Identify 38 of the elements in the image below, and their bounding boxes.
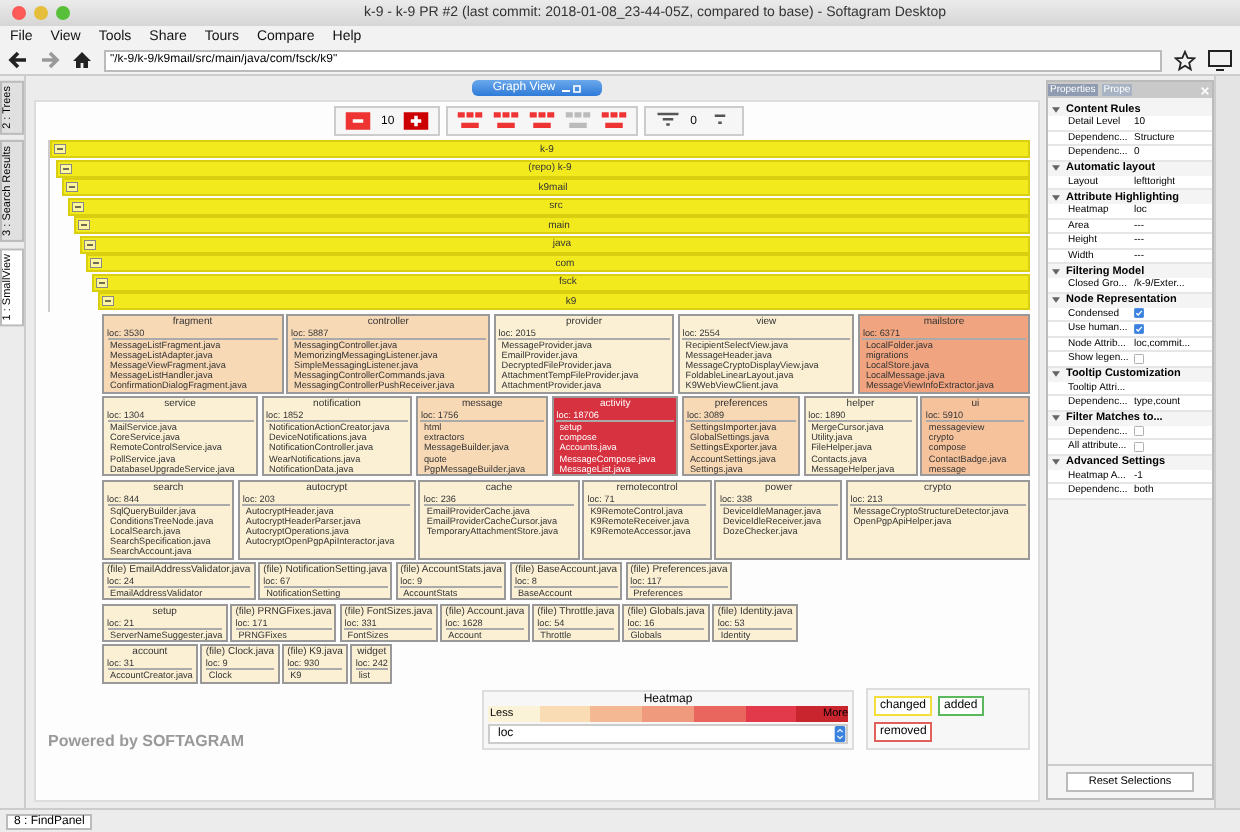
checkbox[interactable]: [1134, 353, 1144, 364]
triangle-icon[interactable]: [1052, 414, 1060, 422]
checkbox[interactable]: [1134, 323, 1144, 334]
toggle-icon[interactable]: [84, 239, 96, 249]
dropdown-arrow-icon[interactable]: [834, 725, 846, 742]
close-icon[interactable]: [12, 6, 26, 20]
toggle-icon[interactable]: [54, 144, 66, 154]
layout-icon[interactable]: [528, 110, 557, 132]
expand-icon[interactable]: [402, 110, 431, 132]
checkbox[interactable]: [1134, 426, 1144, 437]
toggle-icon[interactable]: [90, 258, 102, 268]
checkbox[interactable]: [1134, 441, 1144, 452]
triangle-icon[interactable]: [1052, 164, 1060, 172]
filter-icon[interactable]: [654, 110, 683, 132]
triangle-icon[interactable]: [1052, 458, 1060, 466]
star-icon[interactable]: [1174, 49, 1196, 71]
layout-icon[interactable]: [492, 110, 521, 132]
window-buttons-icon[interactable]: [561, 83, 582, 93]
layout-icon[interactable]: [456, 110, 485, 132]
toggle-icon[interactable]: [66, 182, 78, 192]
checkbox[interactable]: [1134, 308, 1144, 319]
toggle-icon[interactable]: [72, 201, 84, 211]
triangle-icon[interactable]: [1052, 296, 1060, 304]
toggle-icon[interactable]: [96, 277, 108, 287]
back-icon[interactable]: [8, 50, 28, 70]
triangle-icon[interactable]: [1052, 105, 1060, 113]
layout-icon[interactable]: [600, 110, 629, 132]
monitor-icon[interactable]: [1208, 49, 1232, 71]
powered-by-text: Powered by SOFTAGRAM: [48, 731, 245, 750]
triangle-icon[interactable]: [1052, 370, 1060, 378]
collapse-icon[interactable]: [344, 110, 373, 132]
toggle-icon[interactable]: [78, 220, 90, 230]
triangle-icon[interactable]: [1052, 193, 1060, 201]
toggle-icon[interactable]: [102, 296, 114, 306]
triangle-icon[interactable]: [1052, 267, 1060, 275]
home-icon[interactable]: [72, 50, 92, 70]
toggle-icon[interactable]: [60, 163, 72, 173]
forward-icon[interactable]: [40, 50, 60, 70]
